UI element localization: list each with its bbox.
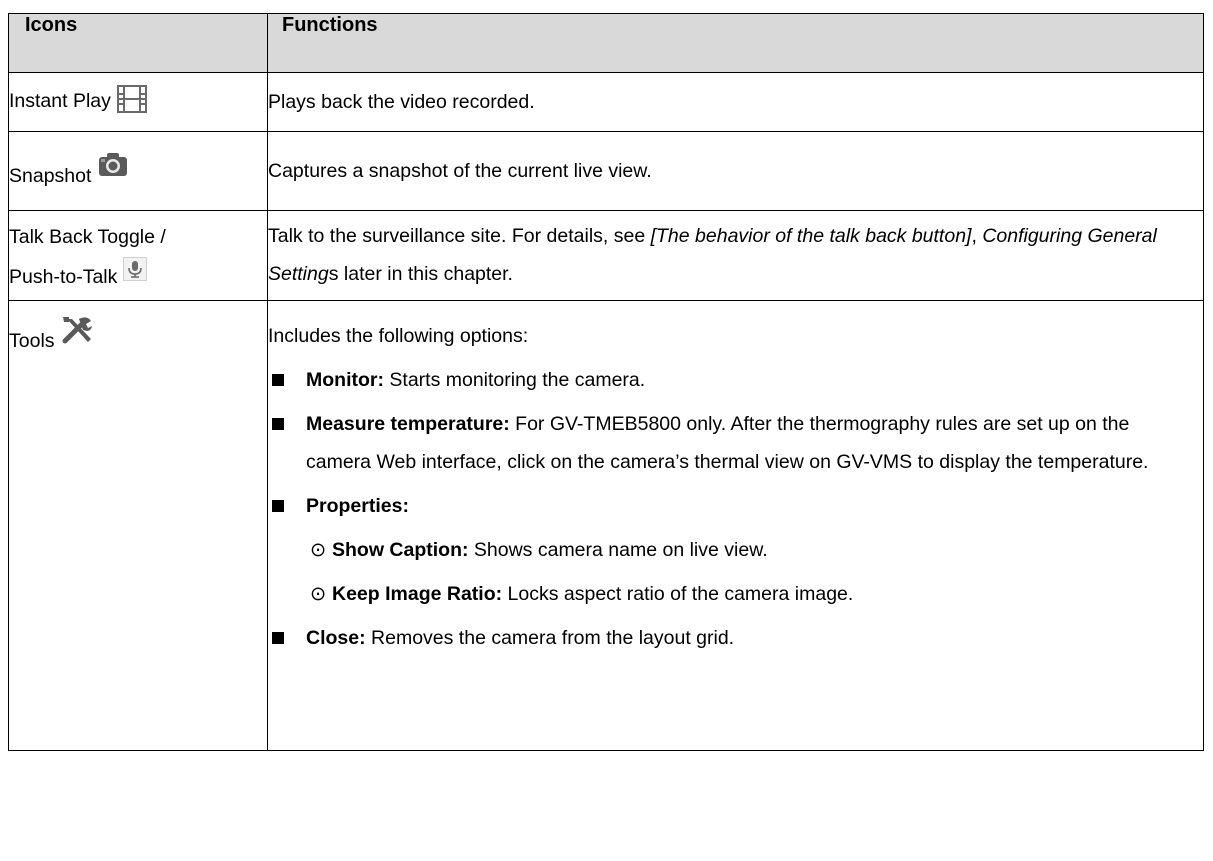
table-row: Instant Play Plays back the video record… [8, 72, 1204, 132]
row-name: Tools [9, 330, 55, 352]
row-name-line1: Talk Back Toggle / [9, 226, 166, 248]
function-text: Captures a snapshot of the current live … [268, 159, 652, 182]
camera-icon [97, 152, 129, 184]
bullet-square [272, 632, 284, 644]
sub-list-item: ⊙ Show Caption: Shows camera name on liv… [310, 531, 1203, 569]
function-cell: Includes the following options: Monitor:… [267, 300, 1204, 751]
row-name: Instant Play [9, 90, 111, 112]
list-item: Close: Removes the camera from the layou… [272, 619, 1203, 657]
list-item: Monitor: Starts monitoring the camera. [272, 361, 1203, 399]
icon-cell: Instant Play [8, 72, 268, 132]
header-functions: Functions [267, 13, 1204, 73]
film-icon [116, 85, 147, 119]
function-cell: Captures a snapshot of the current live … [267, 131, 1204, 211]
table-header-row: Icons Functions [8, 13, 1204, 73]
icon-cell: Talk Back Toggle / Push-to-Talk [8, 210, 268, 301]
tools-icon [61, 315, 95, 351]
bullet-square [272, 418, 284, 430]
row-name: Snapshot [9, 165, 92, 187]
list-item: Measure temperature: For GV-TMEB5800 onl… [272, 405, 1203, 481]
talk-back-reference: [The behavior of the talk back button] [650, 225, 972, 247]
header-icons: Icons [8, 13, 268, 73]
bullet-square [272, 374, 284, 386]
icon-cell: Snapshot [8, 131, 268, 211]
circle-bullet-icon: ⊙ [310, 539, 327, 561]
list-item: Properties: [272, 487, 1203, 525]
microphone-icon [123, 256, 148, 294]
row-name-line2: Push-to-Talk [9, 266, 118, 288]
icons-functions-table: Icons Functions Instant Play Plays back … [8, 13, 1204, 751]
tools-intro: Includes the following options: [268, 325, 529, 347]
table-row: Talk Back Toggle / Push-to-Talk Talk to … [8, 210, 1204, 301]
table-row: Tools Includes the following options: Mo… [8, 300, 1204, 751]
function-cell: Talk to the surveillance site. For detai… [267, 210, 1204, 301]
table-row: Snapshot Captures a snapshot of the curr… [8, 131, 1204, 211]
function-cell: Plays back the video recorded. [267, 72, 1204, 132]
circle-bullet-icon: ⊙ [310, 583, 327, 605]
function-text: Plays back the video recorded. [268, 90, 535, 113]
sub-list-item: ⊙ Keep Image Ratio: Locks aspect ratio o… [310, 575, 1203, 613]
icon-cell: Tools [8, 300, 268, 751]
bullet-square [272, 500, 284, 512]
